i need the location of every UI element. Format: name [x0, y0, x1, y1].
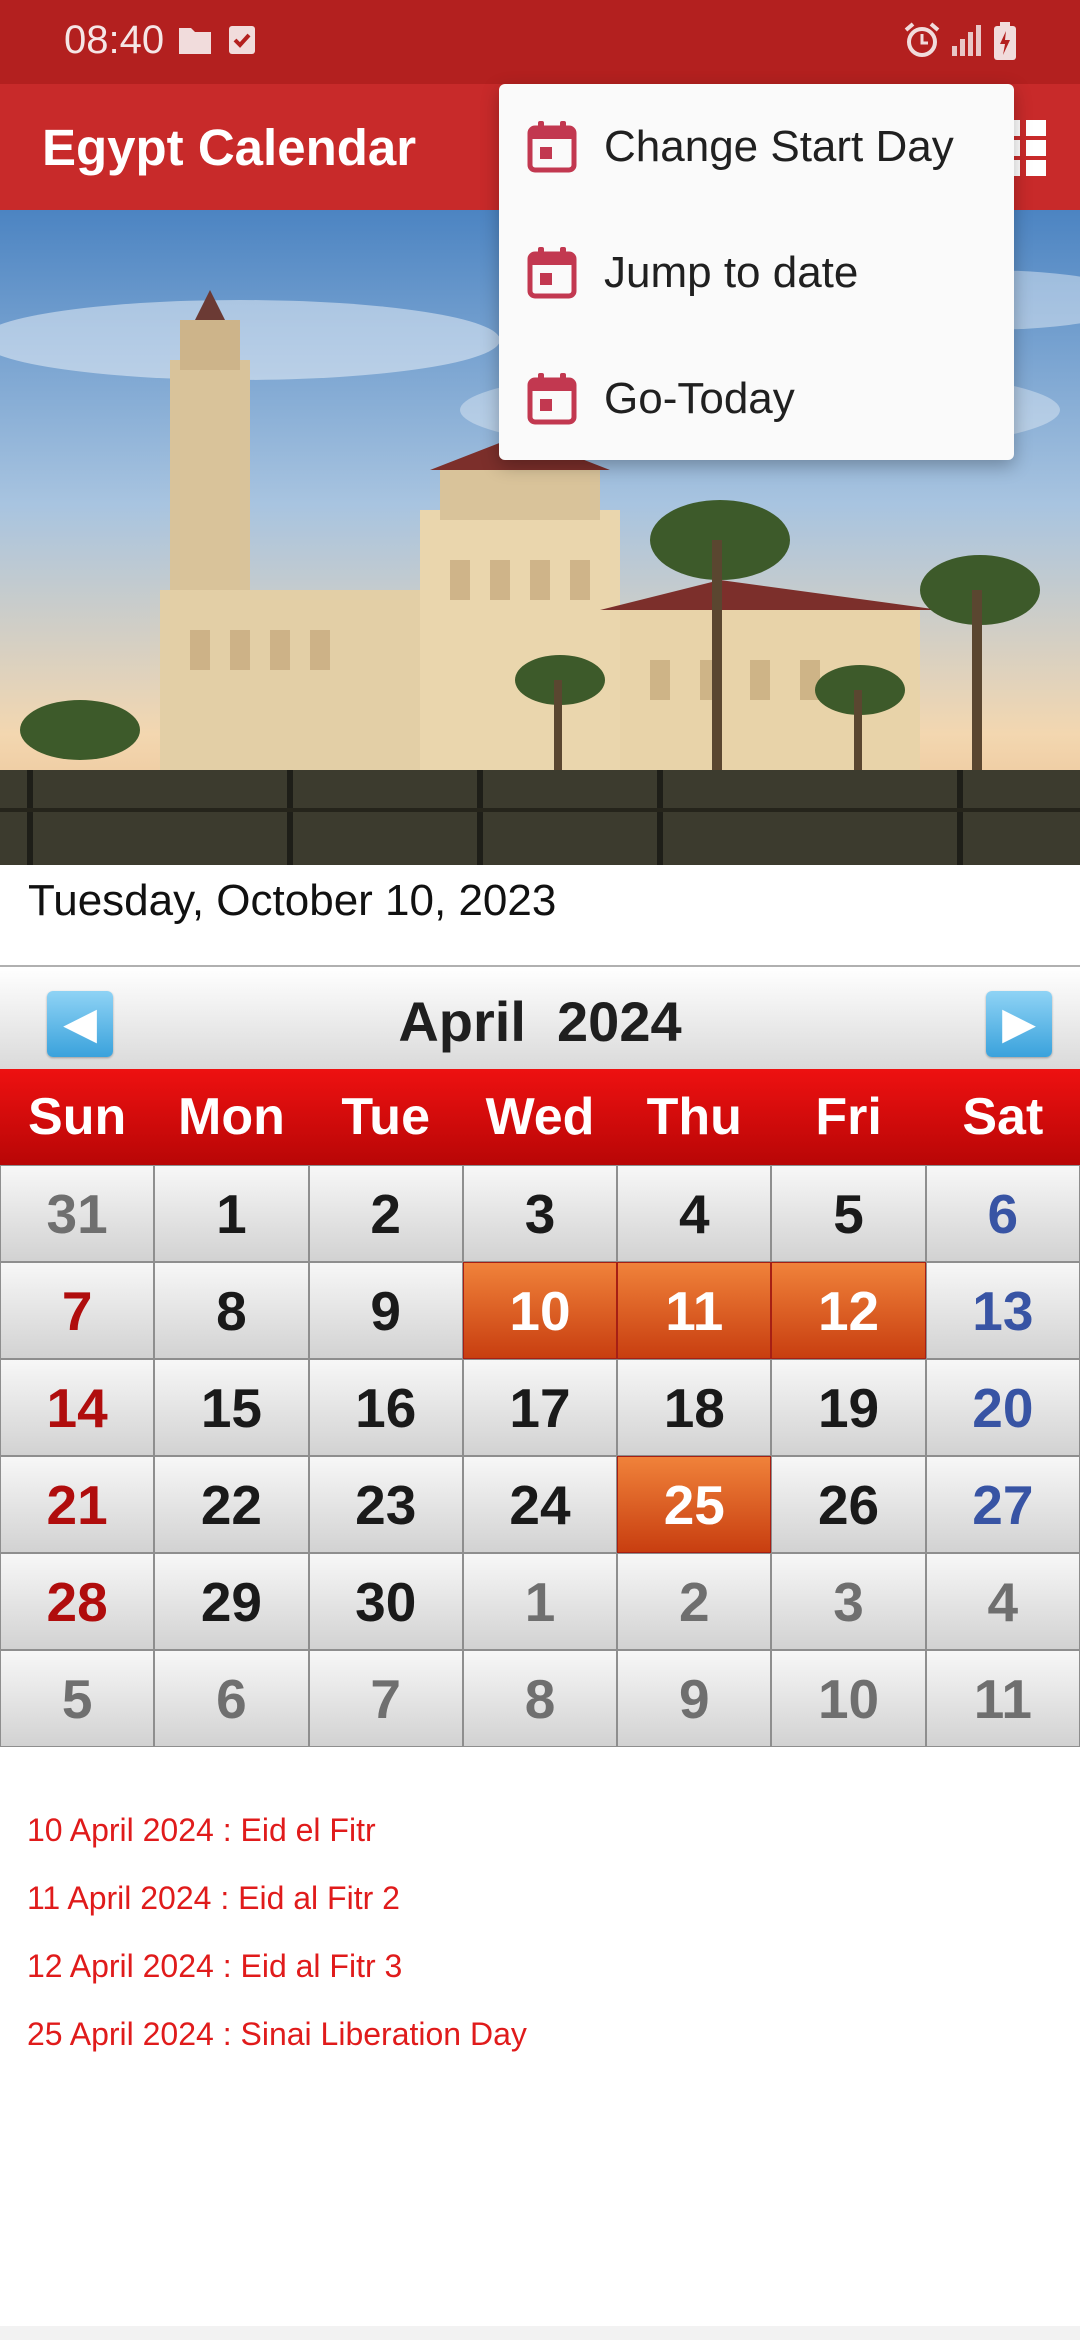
day-cell[interactable]: 26 — [771, 1456, 926, 1553]
arrow-right-icon: ▶ — [1002, 999, 1036, 1048]
day-cell[interactable]: 14 — [0, 1359, 155, 1456]
day-cell[interactable]: 8 — [154, 1262, 309, 1359]
menu-item-label: Go-Today — [604, 374, 795, 423]
month-header: ◀ April 2024 ▶ — [0, 965, 1080, 1072]
day-cell[interactable]: 13 — [925, 1262, 1080, 1359]
day-cell[interactable]: 15 — [154, 1359, 309, 1456]
next-month-button[interactable]: ▶ — [986, 991, 1052, 1057]
holiday-day-cell[interactable]: 10 — [462, 1262, 618, 1359]
weekday-tue: Tue — [341, 1088, 430, 1146]
day-cell[interactable]: 9 — [308, 1262, 463, 1359]
folder-icon — [178, 20, 212, 65]
alarm-icon — [902, 20, 942, 65]
app-title: Egypt Calendar — [42, 119, 417, 176]
holiday-day-cell[interactable]: 12 — [771, 1262, 926, 1359]
menu-item-label: Jump to date — [604, 248, 859, 297]
day-cell[interactable]: 7 — [0, 1262, 155, 1359]
weekday-wed: Wed — [485, 1088, 595, 1146]
signal-icon — [950, 20, 984, 65]
day-cell[interactable]: 3 — [462, 1165, 618, 1262]
day-cell[interactable]: 5 — [771, 1165, 926, 1262]
day-cell[interactable]: 30 — [308, 1553, 463, 1650]
day-cell[interactable]: 9 — [617, 1650, 772, 1747]
day-cell[interactable]: 6 — [925, 1165, 1080, 1262]
weekday-thu: Thu — [646, 1088, 742, 1146]
day-cell[interactable]: 24 — [462, 1456, 618, 1553]
day-cell[interactable]: 28 — [0, 1553, 155, 1650]
day-cell[interactable]: 18 — [617, 1359, 772, 1456]
weekday-sun: Sun — [28, 1088, 127, 1146]
today-date: Tuesday, October 10, 2023 — [28, 876, 557, 925]
holiday-event-list: 10 April 2024 : Eid el Fitr 11 April 202… — [27, 1808, 527, 2080]
day-cell[interactable]: 19 — [771, 1359, 926, 1456]
day-cell[interactable]: 27 — [925, 1456, 1080, 1553]
day-cell[interactable]: 2 — [308, 1165, 463, 1262]
day-cell[interactable]: 10 — [771, 1650, 926, 1747]
status-bar: 08:40 — [0, 0, 1080, 84]
menu-item-jump-to-date[interactable]: Jump to date — [499, 210, 1014, 336]
day-cell[interactable]: 21 — [0, 1456, 155, 1553]
event-item: 12 April 2024 : Eid al Fitr 3 — [27, 1948, 403, 1984]
days-grid: 31 1 2 3 4 5 6 7 8 9 10 11 12 13 14 15 1… — [0, 1165, 1080, 1747]
day-cell[interactable]: 16 — [308, 1359, 463, 1456]
day-cell[interactable]: 1 — [154, 1165, 309, 1262]
event-item: 10 April 2024 : Eid el Fitr — [27, 1812, 376, 1848]
weekday-header: Sun Mon Tue Wed Thu Fri Sat — [0, 1069, 1080, 1165]
day-cell[interactable]: 6 — [154, 1650, 309, 1747]
day-cell[interactable]: 3 — [771, 1553, 926, 1650]
weekday-mon: Mon — [178, 1088, 285, 1146]
menu-item-change-start-day[interactable]: Change Start Day — [499, 84, 1014, 210]
day-cell[interactable]: 4 — [617, 1165, 772, 1262]
day-cell[interactable]: 11 — [925, 1650, 1080, 1747]
event-item: 11 April 2024 : Eid al Fitr 2 — [27, 1880, 400, 1916]
battery-icon — [992, 20, 1018, 67]
holiday-day-cell[interactable]: 25 — [617, 1456, 772, 1553]
day-cell[interactable]: 2 — [617, 1553, 772, 1650]
holiday-day-cell[interactable]: 11 — [617, 1262, 772, 1359]
day-cell[interactable]: 29 — [154, 1553, 309, 1650]
event-item: 25 April 2024 : Sinai Liberation Day — [27, 2016, 527, 2052]
day-cell[interactable]: 4 — [925, 1553, 1080, 1650]
day-cell[interactable]: 23 — [308, 1456, 463, 1553]
day-cell[interactable]: 31 — [0, 1165, 155, 1262]
weekday-sat: Sat — [962, 1088, 1044, 1146]
day-cell[interactable]: 8 — [462, 1650, 618, 1747]
month-title: April 2024 — [398, 990, 682, 1053]
status-time: 08:40 — [64, 18, 165, 62]
month-calendar: ◀ April 2024 ▶ Sun Mon Tue Wed Thu Fri S… — [0, 965, 1080, 1755]
checkbox-icon — [228, 20, 258, 65]
menu-item-go-today[interactable]: Go-Today — [499, 336, 1014, 462]
day-cell[interactable]: 22 — [154, 1456, 309, 1553]
bottom-edge — [0, 2326, 1080, 2340]
day-cell[interactable]: 7 — [308, 1650, 463, 1747]
day-cell[interactable]: 1 — [462, 1553, 618, 1650]
day-cell[interactable]: 20 — [925, 1359, 1080, 1456]
calendar-icon — [527, 246, 577, 305]
menu-item-label: Change Start Day — [604, 122, 954, 171]
day-cell[interactable]: 5 — [0, 1650, 155, 1747]
overflow-menu: Change Start Day Jump to date Go-Today — [499, 84, 1014, 460]
calendar-icon — [527, 372, 577, 431]
calendar-icon — [527, 120, 577, 179]
weekday-fri: Fri — [815, 1088, 882, 1146]
day-cell[interactable]: 17 — [462, 1359, 618, 1456]
